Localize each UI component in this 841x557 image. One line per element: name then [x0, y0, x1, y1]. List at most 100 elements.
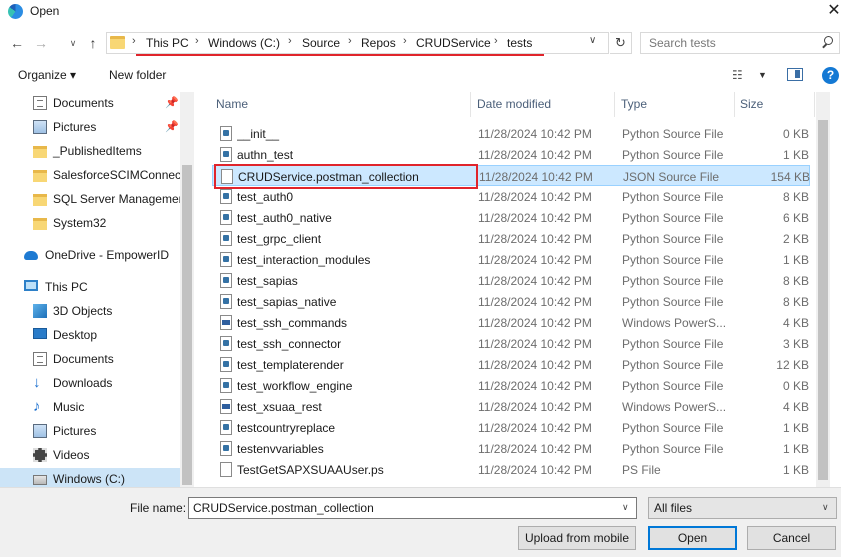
new-folder-button[interactable]: New folder: [109, 68, 166, 82]
file-row[interactable]: test_ssh_commands 11/28/2024 10:42 PM Wi…: [212, 312, 810, 333]
sidebar-item-pictures-pinned[interactable]: Pictures 📌: [0, 116, 180, 138]
back-arrow-icon[interactable]: ←: [8, 33, 26, 53]
column-divider[interactable]: [470, 92, 471, 117]
file-type: Windows PowerS...: [622, 400, 727, 414]
sidebar-item-system32[interactable]: System32: [0, 212, 180, 234]
breadcrumb-crudservice[interactable]: CRUDService: [416, 36, 491, 50]
breadcrumb-source[interactable]: Source: [302, 36, 340, 50]
file-name: test_auth0: [237, 190, 294, 204]
close-icon[interactable]: ✕: [826, 1, 841, 21]
folder-icon: [33, 170, 47, 182]
file-row[interactable]: test_sapias_native 11/28/2024 10:42 PM P…: [212, 291, 810, 312]
column-divider[interactable]: [814, 92, 815, 117]
breadcrumb-tests[interactable]: tests: [507, 36, 532, 50]
sidebar-item-desktop[interactable]: Desktop: [0, 324, 180, 346]
ps-file-icon: [220, 462, 232, 477]
sidebar-item-publisheditems[interactable]: _PublishedItems: [0, 140, 180, 162]
annotation-highlight-box: [214, 164, 478, 189]
file-size: 1 KB: [782, 421, 809, 435]
file-size: 4 KB: [782, 400, 809, 414]
chevron-down-icon[interactable]: ∨: [589, 35, 596, 46]
file-row[interactable]: test_grpc_client 11/28/2024 10:42 PM Pyt…: [212, 228, 810, 249]
upload-from-mobile-button[interactable]: Upload from mobile: [518, 526, 636, 550]
help-icon[interactable]: ?: [822, 67, 839, 84]
documents-icon: [33, 96, 47, 110]
sidebar-item-documents-pinned[interactable]: Documents 📌: [0, 92, 180, 114]
sidebar-scroll-thumb[interactable]: [182, 165, 192, 485]
recent-locations-chevron-icon[interactable]: ∨: [64, 33, 82, 53]
forward-arrow-icon[interactable]: →: [32, 33, 50, 53]
python-file-icon: [220, 420, 232, 435]
chevron-down-icon[interactable]: ∨: [822, 502, 829, 513]
address-bar[interactable]: › This PC › Windows (C:) › Source › Repo…: [106, 32, 609, 54]
folder-icon: [33, 218, 47, 230]
search-input[interactable]: Search tests: [649, 36, 716, 50]
column-header-name[interactable]: Name: [216, 97, 248, 111]
up-arrow-icon[interactable]: ↑: [84, 33, 102, 53]
file-row[interactable]: test_workflow_engine 11/28/2024 10:42 PM…: [212, 375, 810, 396]
search-box[interactable]: Search tests: [640, 32, 840, 54]
file-row[interactable]: testcountryreplace 11/28/2024 10:42 PM P…: [212, 417, 810, 438]
file-type-select[interactable]: All files: [648, 497, 837, 519]
file-row[interactable]: test_auth0 11/28/2024 10:42 PM Python So…: [212, 186, 810, 207]
file-date: 11/28/2024 10:42 PM: [478, 211, 592, 225]
file-size: 8 KB: [782, 274, 809, 288]
file-date: 11/28/2024 10:42 PM: [478, 253, 592, 267]
column-divider[interactable]: [734, 92, 735, 117]
organize-button[interactable]: Organize ▾: [18, 68, 76, 82]
file-row[interactable]: testenvvariables 11/28/2024 10:42 PM Pyt…: [212, 438, 810, 459]
file-row[interactable]: test_sapias 11/28/2024 10:42 PM Python S…: [212, 270, 810, 291]
file-size: 3 KB: [782, 337, 809, 351]
breadcrumb-repos[interactable]: Repos: [361, 36, 396, 50]
file-row[interactable]: test_templaterender 11/28/2024 10:42 PM …: [212, 354, 810, 375]
sidebar-item-this-pc[interactable]: This PC: [0, 276, 180, 298]
file-name: test_grpc_client: [237, 232, 322, 246]
cancel-button[interactable]: Cancel: [747, 526, 836, 550]
preview-pane-icon[interactable]: [787, 68, 803, 81]
breadcrumb-windows-c[interactable]: Windows (C:): [208, 36, 280, 50]
python-file-icon: [220, 378, 232, 393]
file-row[interactable]: TestGetSAPXSUAAUser.ps 11/28/2024 10:42 …: [212, 459, 810, 480]
file-name-input[interactable]: CRUDService.postman_collection: [188, 497, 637, 519]
sidebar-item-salesforcescimconnect[interactable]: SalesforceSCIMConnect: [0, 164, 180, 186]
file-name: test_interaction_modules: [237, 253, 371, 267]
sidebar-item-3d-objects[interactable]: 3D Objects: [0, 300, 180, 322]
sidebar-item-videos[interactable]: Videos: [0, 444, 180, 466]
sidebar-item-label: Videos: [53, 448, 90, 462]
powershell-file-icon: [220, 315, 232, 330]
file-row[interactable]: test_auth0_native 11/28/2024 10:42 PM Py…: [212, 207, 810, 228]
refresh-icon[interactable]: ↻: [610, 32, 632, 54]
sidebar-item-windows-c[interactable]: Windows (C:): [0, 468, 180, 487]
column-header-date-modified[interactable]: Date modified: [477, 97, 551, 111]
file-row[interactable]: test_ssh_connector 11/28/2024 10:42 PM P…: [212, 333, 810, 354]
file-date: 11/28/2024 10:42 PM: [478, 442, 592, 456]
sidebar-item-label: Windows (C:): [53, 472, 126, 486]
file-name: test_sapias_native: [237, 295, 337, 309]
sidebar-item-documents[interactable]: Documents: [0, 348, 180, 370]
sidebar-item-music[interactable]: ♪ Music: [0, 396, 180, 418]
sidebar-item-label: SQL Server Managemen: [53, 192, 180, 206]
file-name-label: File name:: [130, 501, 187, 515]
column-header-size[interactable]: Size: [740, 97, 763, 111]
open-button[interactable]: Open: [648, 526, 737, 550]
file-row[interactable]: test_xsuaa_rest 11/28/2024 10:42 PM Wind…: [212, 396, 810, 417]
column-divider[interactable]: [614, 92, 615, 117]
sidebar-item-sql-server-management[interactable]: SQL Server Managemen: [0, 188, 180, 210]
file-row[interactable]: authn_test 11/28/2024 10:42 PM Python So…: [212, 144, 810, 165]
sidebar-item-label: Documents: [53, 352, 114, 366]
file-row[interactable]: __init__ 11/28/2024 10:42 PM Python Sour…: [212, 123, 810, 144]
file-type: Python Source File: [622, 442, 724, 456]
file-list-scroll-thumb[interactable]: [818, 120, 828, 480]
file-date: 11/28/2024 10:42 PM: [478, 400, 592, 414]
sidebar-item-downloads[interactable]: ↓ Downloads: [0, 372, 180, 394]
file-row[interactable]: test_interaction_modules 11/28/2024 10:4…: [212, 249, 810, 270]
sidebar-item-onedrive[interactable]: OneDrive - EmpowerID: [0, 244, 180, 266]
column-header-type[interactable]: Type: [621, 97, 647, 111]
python-file-icon: [220, 231, 232, 246]
breadcrumb-this-pc[interactable]: This PC: [146, 36, 189, 50]
view-dropdown-icon[interactable]: ▼: [758, 70, 767, 80]
sidebar-item-pictures[interactable]: Pictures: [0, 420, 180, 442]
chevron-down-icon[interactable]: ∨: [622, 502, 629, 513]
python-file-icon: [220, 189, 232, 204]
view-options-icon[interactable]: ☷: [732, 68, 743, 82]
